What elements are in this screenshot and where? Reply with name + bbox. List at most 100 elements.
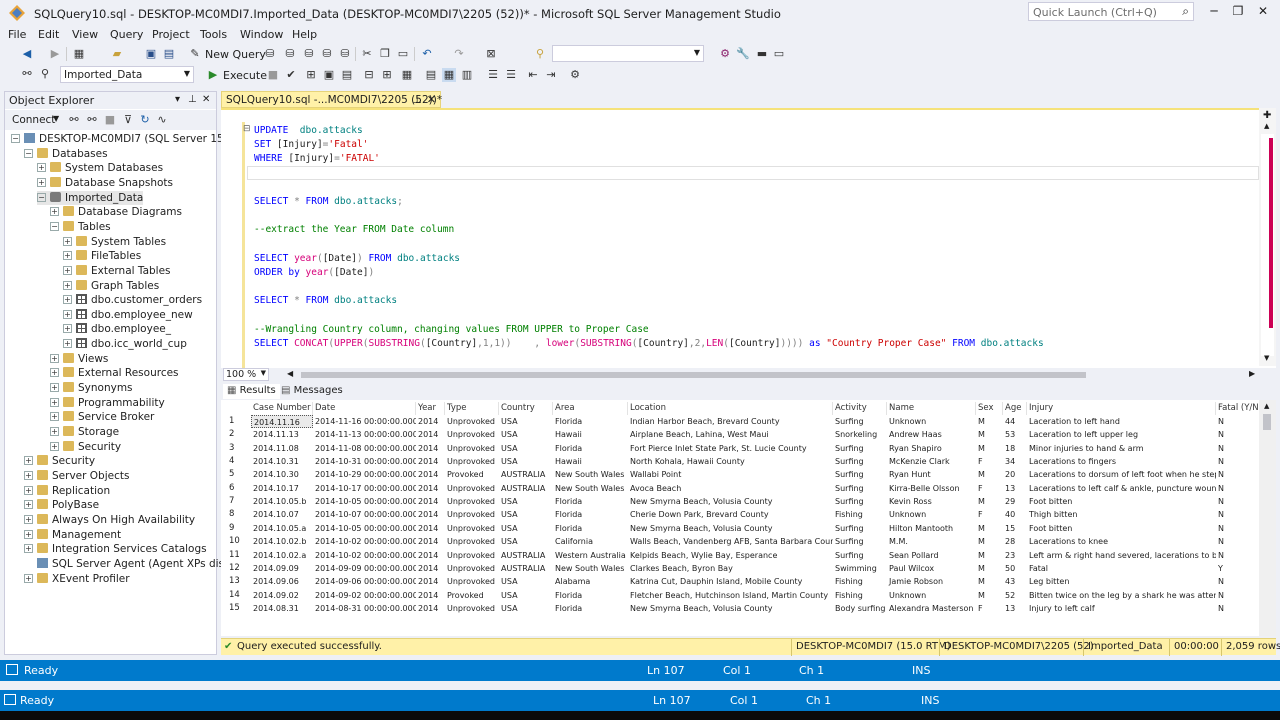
table-cell[interactable]: USA <box>499 535 553 548</box>
expand-icon[interactable]: + <box>24 470 33 480</box>
table-cell[interactable]: Laceration to left hand <box>1027 415 1216 428</box>
table-cell[interactable]: M <box>976 415 1003 428</box>
table-cell[interactable]: AUSTRALIA <box>499 562 553 575</box>
tree-node[interactable]: + XEvent Profiler <box>24 572 130 586</box>
table-cell[interactable]: Unprovoked <box>445 562 499 575</box>
table-cell[interactable]: USA <box>499 589 553 602</box>
table-cell[interactable]: 23 <box>1003 549 1027 562</box>
table-cell[interactable]: Unprovoked <box>445 415 499 428</box>
filter-icon[interactable]: ⊽ <box>121 113 135 127</box>
table-cell[interactable]: Foot bitten <box>1027 522 1216 535</box>
table-cell[interactable]: Cherie Down Park, Brevard County <box>628 508 833 521</box>
table-cell[interactable]: Fatal <box>1027 562 1216 575</box>
expand-icon[interactable]: + <box>63 251 72 261</box>
table-cell[interactable]: Unprovoked <box>445 602 499 615</box>
menu-window[interactable]: Window <box>240 28 283 41</box>
tree-node[interactable]: + Database Snapshots <box>37 176 173 190</box>
tree-node[interactable]: + Service Broker <box>50 410 154 424</box>
table-cell[interactable]: M <box>976 562 1003 575</box>
dax-query-icon[interactable]: ⛁ <box>338 47 352 61</box>
row-number[interactable]: 1 <box>221 415 249 428</box>
table-cell[interactable]: Florida <box>553 415 628 428</box>
expand-icon[interactable]: + <box>50 368 59 378</box>
connect-icon[interactable]: ⚯ <box>67 113 81 127</box>
table-cell[interactable]: AUSTRALIA <box>499 468 553 481</box>
results-grid[interactable]: Case Number Date Year Type Country Area Locati… <box>221 400 1276 636</box>
table-cell[interactable]: Unprovoked <box>445 508 499 521</box>
search-dropdown-icon[interactable]: ⚲ <box>533 47 547 61</box>
table-cell[interactable]: N <box>1216 575 1261 588</box>
table-cell[interactable]: AUSTRALIA <box>499 482 553 495</box>
table-cell[interactable]: Unprovoked <box>445 535 499 548</box>
table-cell[interactable]: 44 <box>1003 415 1027 428</box>
table-cell[interactable]: Jamie Robson <box>887 575 976 588</box>
table-cell[interactable]: 2014.11.16 <box>251 415 313 428</box>
table-cell[interactable]: 2014.09.06 <box>251 575 313 588</box>
column-header[interactable]: Country <box>499 402 553 415</box>
row-number[interactable]: 14 <box>221 589 249 602</box>
table-cell[interactable]: Surfing <box>833 495 887 508</box>
menu-view[interactable]: View <box>72 28 98 41</box>
table-cell[interactable]: Hawaii <box>553 428 628 441</box>
table-cell[interactable]: Lacerations to knee <box>1027 535 1216 548</box>
stop-icon[interactable]: ■ <box>103 113 117 127</box>
table-cell[interactable]: M <box>976 535 1003 548</box>
table-cell[interactable]: Fishing <box>833 508 887 521</box>
activity-monitor-icon[interactable]: ∿ <box>155 113 169 127</box>
table-cell[interactable]: 2014-08-31 00:00:00.000 <box>313 602 416 615</box>
table-cell[interactable]: 2014.10.02.a <box>251 549 313 562</box>
table-cell[interactable]: 40 <box>1003 508 1027 521</box>
table-cell[interactable]: M <box>976 575 1003 588</box>
tree-node[interactable]: + External Resources <box>50 366 179 380</box>
tree-node[interactable]: + Storage <box>50 425 119 439</box>
execute-icon[interactable]: ▶ <box>206 68 220 82</box>
expand-icon[interactable]: + <box>24 544 33 554</box>
new-query-button[interactable]: New Query <box>205 48 266 61</box>
table-cell[interactable]: Alabama <box>553 575 628 588</box>
table-cell[interactable]: 2014.08.31 <box>251 602 313 615</box>
tree-node[interactable]: + Security <box>24 454 95 468</box>
pin-icon[interactable]: ⊥ <box>412 93 422 106</box>
scroll-up-icon[interactable]: ▲ <box>1264 402 1269 410</box>
table-cell[interactable]: 2014.09.09 <box>251 562 313 575</box>
table-cell[interactable]: Unknown <box>887 415 976 428</box>
table-cell[interactable]: Foot bitten <box>1027 495 1216 508</box>
column-header[interactable]: Activity <box>833 402 887 415</box>
tree-node[interactable]: + dbo.employee_new <box>63 308 193 322</box>
table-cell[interactable]: Surfing <box>833 455 887 468</box>
table-cell[interactable]: Wallabi Point <box>628 468 833 481</box>
paste-icon[interactable]: ▭ <box>396 47 410 61</box>
table-cell[interactable]: 2014 <box>416 455 445 468</box>
table-cell[interactable]: Surfing <box>833 482 887 495</box>
tree-node[interactable]: + Views <box>50 352 108 366</box>
table-cell[interactable]: 2014 <box>416 442 445 455</box>
table-cell[interactable]: 2014 <box>416 428 445 441</box>
table-cell[interactable]: 2014 <box>416 468 445 481</box>
table-cell[interactable]: Fishing <box>833 589 887 602</box>
table-cell[interactable]: 2014 <box>416 575 445 588</box>
open-file-icon[interactable]: ▰ <box>110 47 124 61</box>
tree-node[interactable]: + Synonyms <box>50 381 133 395</box>
table-cell[interactable]: 15 <box>1003 522 1027 535</box>
table-cell[interactable]: Bitten twice on the leg by a shark he wa… <box>1027 589 1216 602</box>
table-cell[interactable]: N <box>1216 522 1261 535</box>
table-cell[interactable]: Western Australia <box>553 549 628 562</box>
copy-icon[interactable]: ❐ <box>378 47 392 61</box>
expand-icon[interactable]: + <box>63 265 72 275</box>
column-header[interactable]: Sex <box>976 402 1003 415</box>
expand-icon[interactable]: + <box>24 485 33 495</box>
table-cell[interactable]: N <box>1216 482 1261 495</box>
column-header[interactable]: Name <box>887 402 976 415</box>
table-cell[interactable]: 2014 <box>416 482 445 495</box>
table-cell[interactable]: Paul Wilcox <box>887 562 976 575</box>
table-cell[interactable]: Unprovoked <box>445 482 499 495</box>
table-cell[interactable]: 2014-11-16 00:00:00.000 <box>313 415 416 428</box>
expand-icon[interactable]: + <box>50 397 59 407</box>
back-icon[interactable]: ◀ <box>20 47 34 61</box>
save-icon[interactable]: ▣ <box>144 47 158 61</box>
close-icon[interactable]: ✕ <box>202 94 210 105</box>
table-cell[interactable]: Ryan Hunt <box>887 468 976 481</box>
column-header[interactable]: Case Number <box>251 402 313 415</box>
row-number[interactable]: 2 <box>221 428 249 441</box>
table-cell[interactable]: 2014.10.17 <box>251 482 313 495</box>
